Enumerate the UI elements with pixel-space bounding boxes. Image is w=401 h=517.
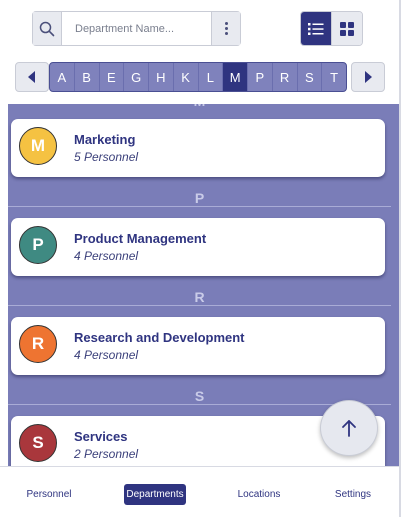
letter-b[interactable]: B xyxy=(75,63,100,91)
personnel-count: 4 Personnel xyxy=(74,249,139,263)
search-icon xyxy=(39,21,55,36)
kebab-dot xyxy=(224,32,228,35)
bottom-nav: Personnel Departments Locations Settings xyxy=(0,466,401,517)
letter-p[interactable]: P xyxy=(248,63,273,91)
kebab-dot xyxy=(224,27,228,30)
top-toolbar: A B E G H K L M P R S T xyxy=(0,0,401,104)
search-button[interactable] xyxy=(33,12,62,45)
letter-a[interactable]: A xyxy=(50,63,75,91)
nav-settings[interactable]: Settings xyxy=(330,484,376,505)
nav-departments[interactable]: Departments xyxy=(124,484,186,505)
search-input[interactable] xyxy=(63,12,211,45)
personnel-count: 5 Personnel xyxy=(74,150,139,164)
personnel-count: 2 Personnel xyxy=(74,447,139,461)
list-icon xyxy=(308,22,324,35)
nav-locations[interactable]: Locations xyxy=(231,484,287,505)
search-box xyxy=(32,11,241,46)
department-name: Product Management xyxy=(74,231,207,246)
letter-t[interactable]: T xyxy=(322,63,346,91)
department-name: Services xyxy=(74,429,128,444)
department-card-product-management[interactable]: P Product Management 4 Personnel xyxy=(11,218,385,276)
arrow-up-icon xyxy=(342,420,356,437)
avatar: P xyxy=(19,226,57,264)
department-card-research-and-development[interactable]: R Research and Development 4 Personnel xyxy=(11,317,385,375)
section-divider xyxy=(8,206,391,207)
scroll-to-top-button[interactable] xyxy=(320,400,378,456)
search-options-button[interactable] xyxy=(211,12,240,45)
letter-m[interactable]: M xyxy=(223,63,248,91)
alphabet-next-button[interactable] xyxy=(351,62,385,92)
letter-l[interactable]: L xyxy=(199,63,224,91)
department-card-marketing[interactable]: M Marketing 5 Personnel xyxy=(11,119,385,177)
grid-icon xyxy=(340,21,354,36)
alphabet-prev-button[interactable] xyxy=(15,62,49,92)
letter-g[interactable]: G xyxy=(124,63,149,91)
section-header-m: M xyxy=(8,104,391,112)
list-view-button[interactable] xyxy=(301,12,331,45)
avatar: M xyxy=(19,127,57,165)
department-name: Marketing xyxy=(74,132,136,147)
caret-left-icon xyxy=(28,71,35,83)
letter-r[interactable]: R xyxy=(273,63,298,91)
personnel-count: 4 Personnel xyxy=(74,348,139,362)
grid-view-button[interactable] xyxy=(331,12,362,45)
letter-h[interactable]: H xyxy=(149,63,174,91)
view-toggle xyxy=(300,11,363,46)
alphabet-bar: A B E G H K L M P R S T xyxy=(49,62,347,92)
avatar: R xyxy=(19,325,57,363)
nav-personnel[interactable]: Personnel xyxy=(20,484,78,505)
kebab-dot xyxy=(224,22,228,25)
section-divider xyxy=(8,305,391,306)
letter-e[interactable]: E xyxy=(100,63,125,91)
letter-k[interactable]: K xyxy=(174,63,199,91)
letter-s[interactable]: S xyxy=(298,63,323,91)
avatar: S xyxy=(19,424,57,462)
caret-right-icon xyxy=(365,71,372,83)
department-name: Research and Development xyxy=(74,330,245,345)
